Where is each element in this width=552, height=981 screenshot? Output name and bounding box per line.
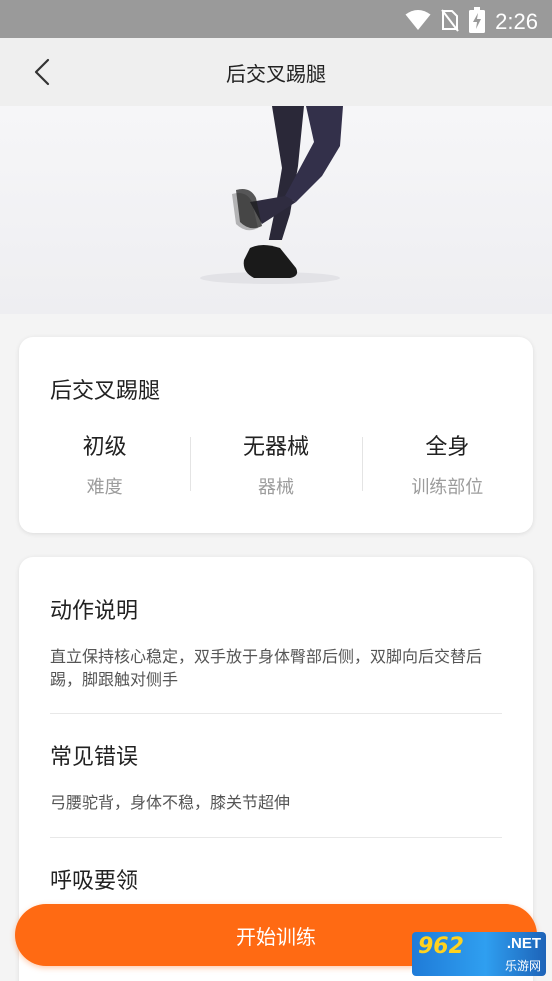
stat-label: 器械 xyxy=(257,477,294,498)
status-bar: 2:26 xyxy=(0,0,552,38)
stat-body-part: 全身 训练部位 xyxy=(361,429,533,499)
section-title: 呼吸要领 xyxy=(50,869,139,894)
section-common-mistakes: 常见错误 弓腰驼背，身体不稳，膝关节超伸 xyxy=(50,739,502,814)
stat-value: 全身 xyxy=(425,435,470,460)
divider xyxy=(50,837,502,838)
section-instructions: 动作说明 直立保持核心稳定，双手放于身体臀部后侧，双脚向后交替后踢，脚跟触对侧手 xyxy=(50,593,502,691)
stats-row: 初级 难度 无器械 器械 全身 训练部位 xyxy=(19,429,533,499)
nav-bar: 后交叉踢腿 xyxy=(0,38,552,106)
stat-value: 初级 xyxy=(82,435,127,460)
section-breathing: 呼吸要领 xyxy=(50,863,502,895)
status-icons: 2:26 xyxy=(405,7,538,37)
wifi-icon xyxy=(405,9,431,35)
section-title: 动作说明 xyxy=(50,599,139,624)
site-watermark-logo: 962 .NET 乐游网 xyxy=(412,932,546,976)
stat-equipment: 无器械 器械 xyxy=(190,429,361,499)
section-title: 常见错误 xyxy=(50,745,139,770)
stat-value: 无器械 xyxy=(242,435,309,460)
section-text: 弓腰驼背，身体不稳，膝关节超伸 xyxy=(50,793,291,812)
page-title: 后交叉踢腿 xyxy=(226,62,326,86)
exercise-name: 后交叉踢腿 xyxy=(50,379,161,404)
stat-difficulty: 初级 难度 xyxy=(19,429,190,499)
exercise-summary-card: 后交叉踢腿 初级 难度 无器械 器械 全身 训练部位 xyxy=(19,337,533,533)
watermark-site: 乐游网 xyxy=(504,959,541,973)
exercise-illustration xyxy=(200,106,343,284)
section-text: 直立保持核心稳定，双手放于身体臀部后侧，双脚向后交替后踢，脚跟触对侧手 xyxy=(50,647,483,689)
status-time: 2:26 xyxy=(495,9,538,34)
watermark-suffix: .NET xyxy=(506,935,541,952)
battery-charging-icon xyxy=(469,7,486,37)
stat-label: 训练部位 xyxy=(411,477,484,498)
stat-label: 难度 xyxy=(86,477,123,498)
watermark-brand: 962 xyxy=(418,934,464,959)
exercise-video[interactable] xyxy=(0,106,552,314)
divider xyxy=(50,713,502,714)
no-sim-icon xyxy=(441,8,459,36)
